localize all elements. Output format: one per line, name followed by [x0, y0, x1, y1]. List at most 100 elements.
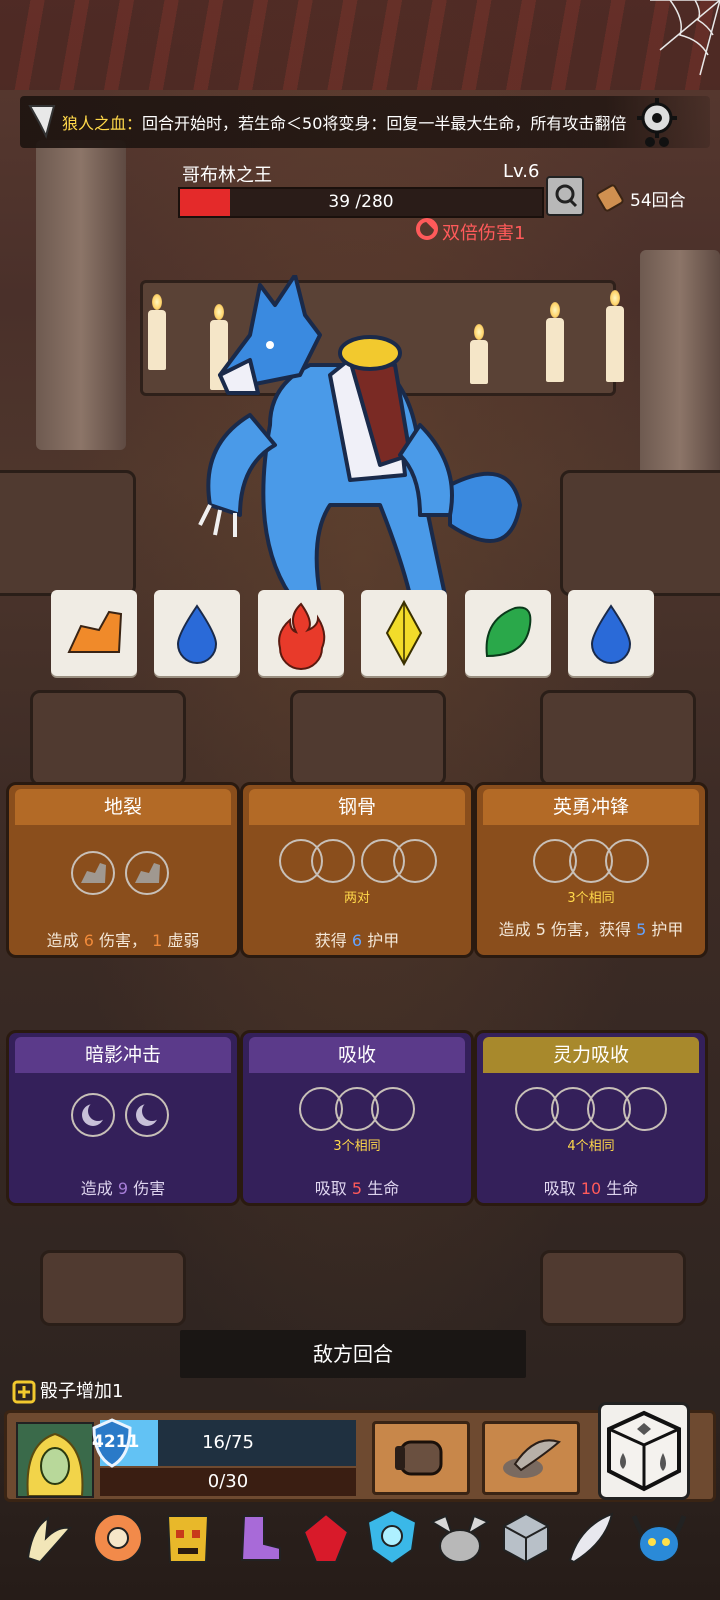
feather-relic-icon[interactable]: [560, 1506, 620, 1568]
skill-title: 地裂: [15, 789, 231, 825]
dice-slot[interactable]: [125, 1093, 169, 1137]
candle-flame: [550, 302, 560, 318]
enemy-hp-bar: 39 /280: [178, 187, 544, 218]
enemy-die-3: [258, 590, 344, 676]
leaf-icon: [485, 606, 532, 658]
enemy-info-button[interactable]: [546, 176, 584, 216]
plus-box-icon: [12, 1380, 36, 1404]
feather-skill-button[interactable]: [482, 1421, 580, 1495]
desc-text: 虚弱: [167, 931, 200, 950]
fang-icon: [28, 105, 56, 139]
horned-helm-relic-icon[interactable]: [628, 1506, 690, 1568]
diamond-icon: [385, 599, 423, 667]
weak-value: 1: [152, 931, 163, 950]
candle: [546, 318, 564, 382]
dice-slot[interactable]: [311, 839, 355, 883]
donut-relic-icon[interactable]: [88, 1508, 148, 1568]
skill-title: 吸收: [249, 1037, 465, 1073]
skill-card-ground-split[interactable]: 地裂 造成 6 伤害， 1 虚弱: [6, 782, 240, 958]
settings-gear-icon[interactable]: [626, 96, 688, 150]
desc-text: 护甲: [367, 931, 400, 950]
dice-slot[interactable]: [623, 1087, 667, 1131]
desc-text: 伤害，获得: [550, 920, 631, 939]
player-hp-text: 16/75: [202, 1432, 254, 1453]
claw-relic-icon[interactable]: [18, 1508, 78, 1568]
scroll-icon: [596, 184, 624, 212]
drain-value: 10: [580, 1179, 602, 1198]
dice-slot[interactable]: [125, 851, 169, 895]
winged-pot-relic-icon[interactable]: [428, 1506, 492, 1568]
desc-text: 造成: [46, 931, 79, 950]
armor-value: 5: [636, 920, 647, 939]
desc-text: 获得: [314, 931, 347, 950]
dice-slot[interactable]: [71, 1093, 115, 1137]
dice-slot[interactable]: [605, 839, 649, 883]
ruby-relic-icon[interactable]: [296, 1508, 356, 1568]
enemy-level: Lv.6: [503, 161, 540, 182]
skill-description: 吸取 10 生命: [477, 1175, 705, 1199]
desc-text: 造成: [498, 920, 531, 939]
dice-slot[interactable]: [393, 839, 437, 883]
cobweb-icon: [650, 0, 720, 76]
buff-description: 回合开始时，若生命＜50将变身：回复一半最大生命，所有攻击翻倍: [142, 114, 627, 133]
stone-pillar-left: [36, 140, 126, 450]
skill-description: 造成 5 伤害，获得 5 护甲: [477, 919, 705, 941]
dice-slot[interactable]: [371, 1087, 415, 1131]
candle: [606, 306, 624, 382]
skill-title: 灵力吸收: [483, 1037, 699, 1073]
desc-text: 伤害: [133, 1179, 166, 1198]
skill-requirement: 两对: [343, 891, 370, 906]
rock-icon: [81, 863, 106, 883]
skill-requirement: 3个相同: [567, 891, 615, 906]
floor-tile: [40, 1250, 186, 1326]
roll-dice-button[interactable]: [598, 1402, 690, 1500]
desc-text: 伤害，: [98, 931, 147, 950]
feather-dust-icon: [503, 1439, 561, 1478]
fist-icon: [395, 1440, 443, 1476]
dice-slot[interactable]: [71, 851, 115, 895]
floor-tile: [290, 690, 446, 786]
player-portrait[interactable]: [16, 1422, 94, 1498]
desc-text: 生命: [606, 1179, 639, 1198]
skill-description: 造成 6 伤害， 1 虚弱: [9, 927, 237, 951]
ceiling-tentacles: [0, 0, 720, 90]
skill-title: 钢骨: [249, 789, 465, 825]
player-xp-text: 0/30: [207, 1471, 249, 1492]
skill-description: 获得 6 护甲: [243, 927, 471, 951]
skill-card-shadow-strike[interactable]: 暗影冲击 造成 9 伤害: [6, 1030, 240, 1206]
turn-counter: 54回合: [630, 191, 686, 211]
skill-requirement: 4个相同: [567, 1139, 615, 1154]
enemy-die-5: [465, 590, 551, 676]
punch-skill-button[interactable]: [372, 1421, 470, 1495]
skill-description: 吸取 5 生命: [243, 1175, 471, 1199]
skill-card-steel-bone[interactable]: 钢骨 两对 获得 6 护甲: [240, 782, 474, 958]
candle: [148, 310, 166, 370]
candle-flame: [610, 290, 620, 306]
sword-value: 5: [535, 920, 546, 939]
enemy-die-1: [51, 590, 137, 676]
skill-requirement: 3个相同: [333, 1139, 381, 1154]
armor-value: 6: [351, 931, 363, 950]
enemy-die-2: [154, 590, 240, 676]
stone-pillar-right: [640, 250, 720, 480]
enemy-buff-banner: 狼人之血： 回合开始时，若生命＜50将变身：回复一半最大生命，所有攻击翻倍: [20, 96, 710, 148]
werewolf-enemy[interactable]: [180, 275, 530, 615]
enemy-hp-text: 39 /280: [328, 192, 394, 212]
desc-text: 吸取: [314, 1179, 347, 1198]
floor-tile: [540, 1250, 686, 1326]
skill-card-brave-charge[interactable]: 英勇冲锋 3个相同 造成 5 伤害，获得 5 护甲: [474, 782, 708, 958]
floor-tile: [0, 470, 136, 596]
water-drop-icon: [590, 604, 632, 664]
purple-boot-relic-icon[interactable]: [228, 1508, 288, 1568]
magnifier-icon: [555, 184, 578, 208]
moon-icon: [82, 1101, 108, 1126]
crystal-shield-relic-icon[interactable]: [362, 1506, 422, 1568]
steel-cube-relic-icon[interactable]: [496, 1508, 556, 1568]
skill-card-spirit-absorb[interactable]: 灵力吸收 4个相同 吸取 10 生命: [474, 1030, 708, 1206]
water-drop-icon: [176, 604, 218, 664]
candle-flame: [152, 294, 162, 310]
tribal-mask-relic-icon[interactable]: [158, 1506, 218, 1570]
skill-description: 造成 9 伤害: [9, 1175, 237, 1199]
enemy-die-4: [361, 590, 447, 676]
skill-card-absorb[interactable]: 吸收 3个相同 吸取 5 生命: [240, 1030, 474, 1206]
